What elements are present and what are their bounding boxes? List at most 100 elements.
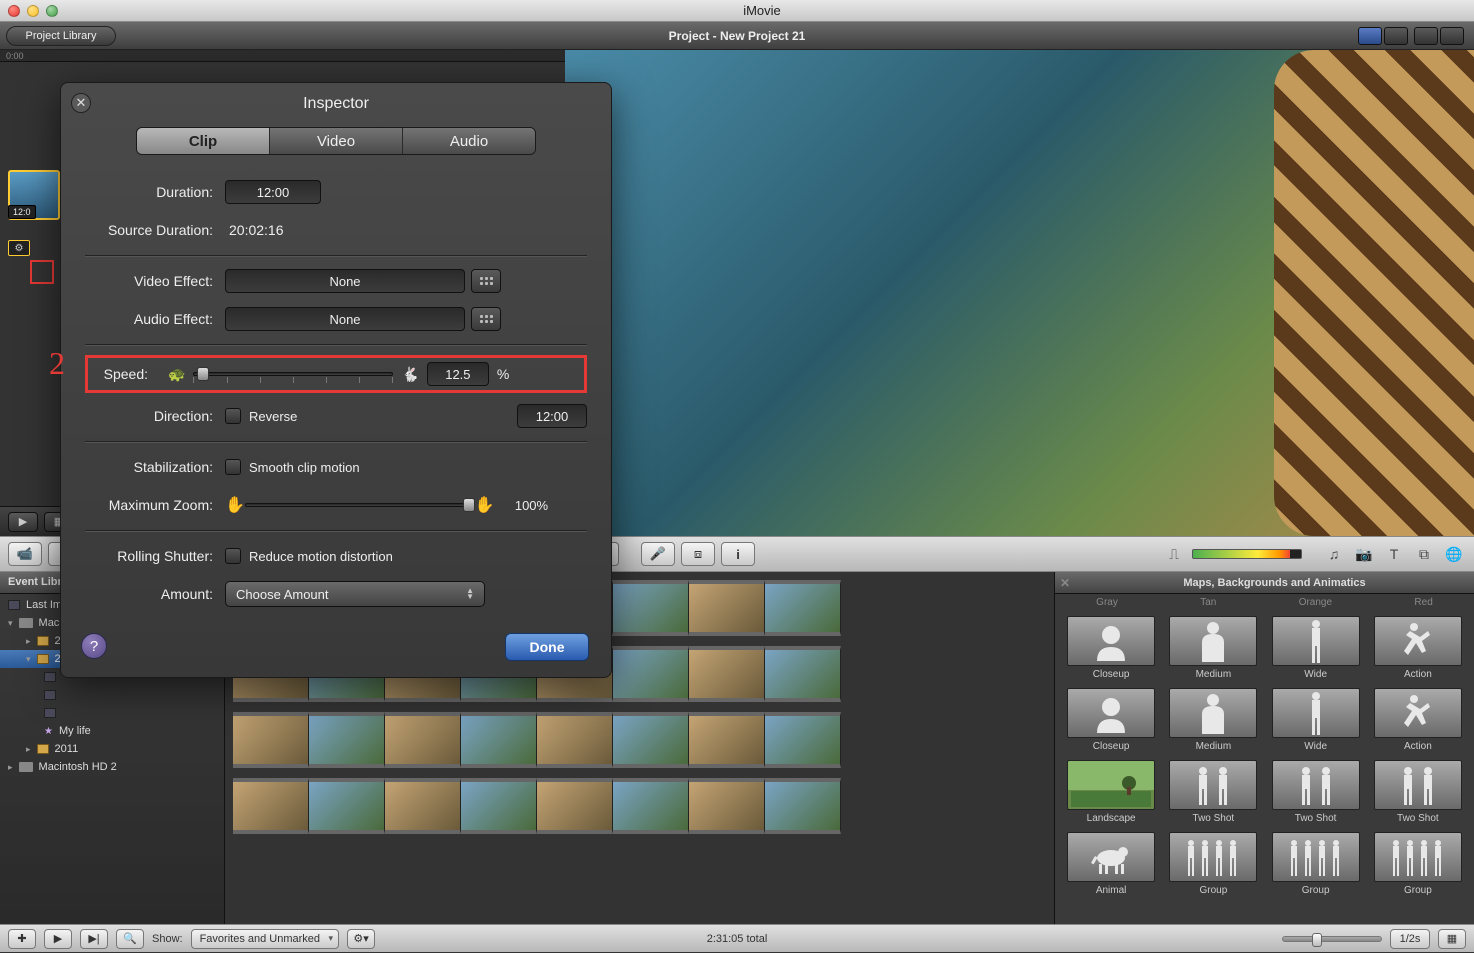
photo-browser-button[interactable]: 📷 (1352, 543, 1376, 565)
import-camera-button[interactable]: 📹 (8, 542, 42, 566)
animatic-cell[interactable]: Wide (1270, 616, 1362, 680)
window-minimize-button[interactable] (27, 5, 39, 17)
animatic-label: Two Shot (1193, 813, 1235, 824)
frame-duration-button[interactable]: 1/2s (1390, 929, 1430, 949)
transition-browser-button[interactable]: ⧉ (1412, 543, 1436, 565)
voiceover-button[interactable]: 🎤 (641, 542, 675, 566)
animatic-label: Closeup (1093, 741, 1130, 752)
music-browser-button[interactable]: ♫ (1322, 543, 1346, 565)
amount-select[interactable]: Choose Amount ▲▼ (225, 581, 485, 607)
audio-effect-grid-button[interactable] (471, 307, 501, 331)
duration-field[interactable]: 12:00 (225, 180, 321, 204)
event-tree-item[interactable]: ★My life (0, 722, 224, 740)
titlebar: iMovie (0, 0, 1474, 22)
animatic-label: Medium (1196, 741, 1232, 752)
animatic-label: Closeup (1093, 669, 1130, 680)
inspector-close-button[interactable]: ✕ (71, 93, 91, 113)
smooth-clip-label: Smooth clip motion (249, 460, 360, 475)
play-event-button[interactable]: ▶ (44, 929, 72, 949)
title-browser-button[interactable]: T (1382, 543, 1406, 565)
rolling-shutter-checkbox[interactable] (225, 548, 241, 564)
help-button[interactable]: ? (81, 633, 107, 659)
animatic-cell[interactable]: Two Shot (1270, 760, 1362, 824)
view-segmented-2[interactable] (1414, 27, 1464, 45)
tab-clip[interactable]: Clip (137, 128, 270, 154)
play-fullscreen-button[interactable]: ▶| (80, 929, 108, 949)
animatic-cell[interactable]: Action (1372, 688, 1464, 752)
animatic-label: Group (1199, 885, 1227, 896)
animatic-cell[interactable]: Landscape (1065, 760, 1157, 824)
window-zoom-button[interactable] (46, 5, 58, 17)
animatic-cell[interactable]: Wide (1270, 688, 1362, 752)
inspector-title: Inspector (61, 83, 611, 113)
window-close-button[interactable] (8, 5, 20, 17)
hand-icon-left: ✋ (225, 495, 245, 515)
preview-content-placeholder (1274, 50, 1474, 536)
animatic-cell[interactable]: Two Shot (1167, 760, 1259, 824)
max-zoom-label: Maximum Zoom: (85, 497, 225, 513)
amount-label: Amount: (85, 586, 225, 602)
animatic-label: Animal (1096, 885, 1127, 896)
search-button[interactable]: 🔍 (116, 929, 144, 949)
event-tree-item[interactable]: ▸2011 (0, 740, 224, 758)
speed-value-field[interactable]: 12.5 (427, 362, 489, 386)
timeline-ruler: 0:00 (0, 50, 565, 62)
max-zoom-slider[interactable] (245, 497, 475, 513)
action-menu-button[interactable]: ⚙▾ (347, 929, 375, 949)
animatic-cell[interactable]: Medium (1167, 688, 1259, 752)
show-label: Show: (152, 933, 183, 945)
reverse-checkbox[interactable] (225, 408, 241, 424)
thumbnail-toggle-button[interactable]: ▦ (1438, 929, 1466, 949)
animatic-cell[interactable]: Group (1167, 832, 1259, 896)
animatic-cell[interactable]: Action (1372, 616, 1464, 680)
event-tree-item[interactable] (0, 686, 224, 704)
color-tab[interactable]: Tan (1200, 597, 1216, 608)
thumbnail-size-slider[interactable] (1282, 936, 1382, 942)
color-tab[interactable]: Gray (1096, 597, 1118, 608)
smooth-clip-checkbox[interactable] (225, 459, 241, 475)
view-segmented[interactable] (1358, 27, 1408, 45)
crop-button[interactable]: ⧈ (681, 542, 715, 566)
source-duration-label: Source Duration: (85, 222, 225, 238)
animatic-cell[interactable]: Closeup (1065, 616, 1157, 680)
event-tree-item[interactable] (0, 704, 224, 722)
traffic-lights (8, 5, 58, 17)
new-project-button[interactable]: ✚ (8, 929, 36, 949)
panel-close-button[interactable]: ✕ (1055, 576, 1075, 590)
animatic-cell[interactable]: Two Shot (1372, 760, 1464, 824)
window-title: iMovie (58, 3, 1466, 18)
animatic-label: Group (1302, 885, 1330, 896)
event-tree-item[interactable]: ▸Macintosh HD 2 (0, 758, 224, 776)
direction-label: Direction: (85, 408, 225, 424)
project-library-button[interactable]: Project Library (6, 26, 116, 46)
animatic-cell[interactable]: Closeup (1065, 688, 1157, 752)
reverse-checkbox-label: Reverse (249, 409, 297, 424)
speed-slider[interactable] (193, 365, 393, 383)
project-play-button[interactable]: ▶ (8, 512, 38, 532)
video-effect-field[interactable]: None (225, 269, 465, 293)
color-tab[interactable]: Red (1414, 597, 1432, 608)
animatic-cell[interactable]: Medium (1167, 616, 1259, 680)
max-zoom-value: 100% (515, 498, 548, 513)
video-effect-grid-button[interactable] (471, 269, 501, 293)
audio-meter (1192, 549, 1302, 559)
show-filter-select[interactable]: Favorites and Unmarked (191, 929, 339, 949)
maps-browser-button[interactable]: 🌐 (1442, 543, 1466, 565)
project-header: Project Library Project - New Project 21 (0, 22, 1474, 50)
total-duration: 2:31:05 total (707, 933, 768, 945)
animatic-label: Wide (1304, 669, 1327, 680)
audio-effect-field[interactable]: None (225, 307, 465, 331)
color-tab[interactable]: Orange (1299, 597, 1332, 608)
animatic-cell[interactable]: Group (1270, 832, 1362, 896)
audio-fx-icon[interactable]: ⎍ (1162, 543, 1186, 565)
speed-label: Speed: (94, 366, 160, 382)
tab-audio[interactable]: Audio (403, 128, 535, 154)
done-button[interactable]: Done (505, 633, 589, 661)
clip-gear-icon[interactable]: ⚙ (8, 240, 30, 256)
animatic-cell[interactable]: Animal (1065, 832, 1157, 896)
tab-video[interactable]: Video (270, 128, 403, 154)
animatic-cell[interactable]: Group (1372, 832, 1464, 896)
direction-time-field[interactable]: 12:00 (517, 404, 587, 428)
video-effect-label: Video Effect: (85, 273, 225, 289)
info-button[interactable]: i (721, 542, 755, 566)
